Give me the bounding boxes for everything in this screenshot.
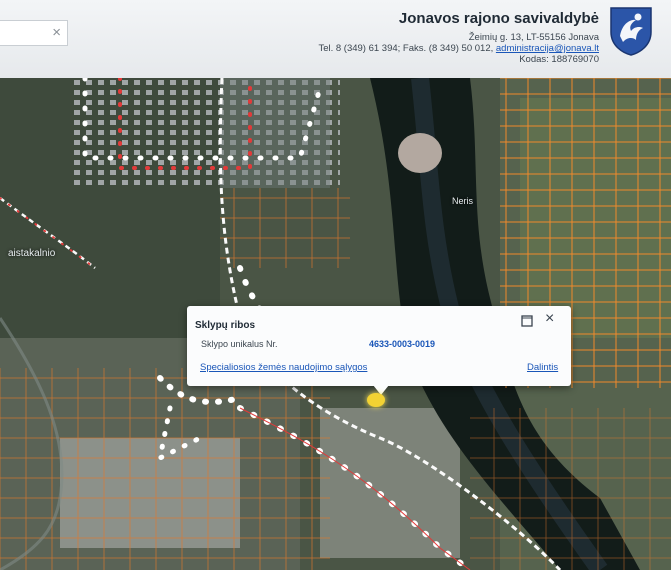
parcel-info-popup: Sklypų ribos × Sklypo unikalus Nr. 4633-… (187, 306, 571, 386)
parcel-id-value[interactable]: 4633-0003-0019 (369, 339, 435, 349)
header-bar: × Jonavos rajono savivaldybė Žeimių g. 1… (0, 0, 671, 78)
phone-fax: Tel. 8 (349) 61 394; Faks. (8 349) 50 01… (318, 43, 494, 54)
map-label-center: Neris (452, 196, 474, 206)
organization-code: Kodas: 188769070 (519, 54, 599, 65)
clear-search-icon[interactable]: × (52, 24, 61, 41)
search-input[interactable]: × (0, 20, 68, 46)
map-label-left: aistakalnio (8, 248, 56, 259)
coat-of-arms-icon[interactable] (609, 6, 653, 56)
maximize-icon[interactable] (521, 315, 533, 327)
special-conditions-link[interactable]: Specialiosios žemės naudojimo sąlygos (200, 362, 367, 373)
location-marker-icon[interactable] (367, 393, 385, 407)
close-icon[interactable]: × (545, 311, 554, 327)
email-link[interactable]: administracija@jonava.lt (496, 43, 599, 54)
parcel-id-label: Sklypo unikalus Nr. (201, 339, 278, 349)
share-link[interactable]: Dalintis (527, 362, 558, 373)
organization-name: Jonavos rajono savivaldybė (398, 10, 599, 27)
organization-contacts: Tel. 8 (349) 61 394; Faks. (8 349) 50 01… (318, 43, 599, 54)
popup-title: Sklypų ribos (195, 320, 256, 331)
organization-address: Žeimių g. 13, LT-55156 Jonava (468, 32, 599, 43)
